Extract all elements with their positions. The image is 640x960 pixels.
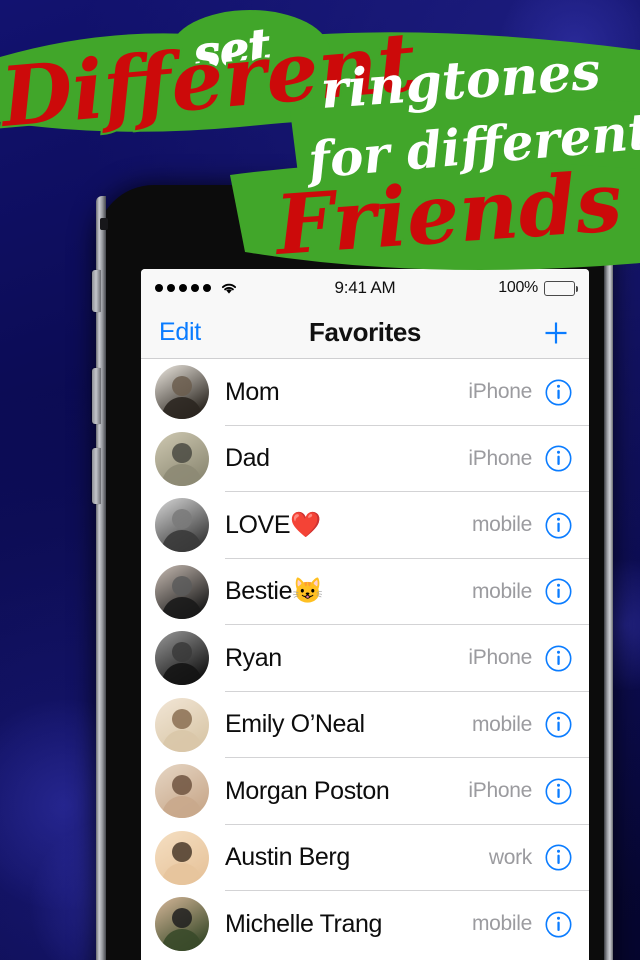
info-circle-icon xyxy=(545,445,572,472)
favorite-phone-label: mobile xyxy=(471,579,532,603)
favorite-row[interactable]: Ryan iPhone xyxy=(141,625,589,692)
phone-power-button xyxy=(604,212,613,244)
avatar-morgan xyxy=(155,764,209,819)
favorite-row[interactable]: Michelle Trang mobile xyxy=(141,891,589,958)
favorite-row[interactable]: Emily O’Neal mobile xyxy=(141,691,589,758)
favorite-name: Emily O’Neal xyxy=(225,710,365,739)
info-circle-icon xyxy=(545,711,572,738)
add-favorite-button[interactable] xyxy=(541,318,571,348)
screenshot-root: 9:41 AM 100% Edit Favorites Mom iPhone Dad… xyxy=(0,0,640,960)
phone-screen: 9:41 AM 100% Edit Favorites Mom iPhone Dad… xyxy=(141,269,589,960)
favorite-name: Mom xyxy=(225,377,280,406)
contact-info-button[interactable] xyxy=(544,910,573,939)
favorite-phone-label: iPhone xyxy=(468,646,532,670)
contact-info-button[interactable] xyxy=(544,644,573,673)
navigation-bar: Edit Favorites xyxy=(141,307,589,359)
favorite-name: Michelle Trang xyxy=(225,909,382,938)
favorite-row[interactable]: Mom iPhone xyxy=(141,359,589,426)
plus-icon xyxy=(545,322,567,343)
avatar-love xyxy=(155,498,209,553)
phone-mute-switch xyxy=(92,270,101,312)
phone-right-rail xyxy=(604,196,613,960)
page-title: Favorites xyxy=(308,317,421,347)
favorite-name: Bestie😺 xyxy=(225,577,323,606)
info-circle-icon xyxy=(545,512,572,539)
info-circle-icon xyxy=(545,379,572,406)
favorite-phone-label: mobile xyxy=(471,912,532,936)
favorite-phone-label: work xyxy=(488,845,532,869)
info-circle-icon xyxy=(545,844,572,871)
favorite-name: Ryan xyxy=(225,643,282,672)
avatar-michelle xyxy=(155,897,209,952)
favorite-name: LOVE❤️ xyxy=(225,510,321,539)
avatar-austin xyxy=(155,830,209,885)
favorite-row[interactable]: Austin Berg work xyxy=(141,824,589,891)
contact-info-button[interactable] xyxy=(544,843,573,872)
avatar-emily xyxy=(155,697,209,752)
favorite-row[interactable]: LOVE❤️ mobile xyxy=(141,492,589,559)
favorite-phone-label: iPhone xyxy=(468,779,532,803)
favorites-list[interactable]: Mom iPhone Dad iPhone LOVE❤️ mobile Bestie😺 mob… xyxy=(141,359,589,958)
edit-button[interactable]: Edit xyxy=(159,318,201,347)
favorite-name: Austin Berg xyxy=(225,843,350,872)
favorite-phone-label: iPhone xyxy=(468,446,532,470)
favorite-row[interactable]: Dad iPhone xyxy=(141,425,589,492)
avatar-bestie xyxy=(155,564,209,619)
status-bar-right: 100% xyxy=(498,279,578,297)
favorite-phone-label: mobile xyxy=(471,513,532,537)
phone-antenna-band xyxy=(100,218,108,230)
info-circle-icon xyxy=(545,578,572,605)
contact-info-button[interactable] xyxy=(544,777,573,806)
favorite-row[interactable]: Morgan Poston iPhone xyxy=(141,758,589,825)
favorite-name: Dad xyxy=(225,444,270,473)
favorite-phone-label: iPhone xyxy=(468,380,532,404)
avatar-ryan xyxy=(155,631,209,686)
favorite-name: Morgan Poston xyxy=(225,776,390,805)
battery-percent-label: 100% xyxy=(498,279,538,296)
contact-info-button[interactable] xyxy=(544,511,573,540)
avatar-dad xyxy=(155,431,209,486)
battery-full-icon xyxy=(544,280,578,296)
favorite-row[interactable]: Bestie😺 mobile xyxy=(141,558,589,625)
info-circle-icon xyxy=(545,911,572,938)
contact-info-button[interactable] xyxy=(544,378,573,407)
info-circle-icon xyxy=(545,778,572,805)
phone-volume-up-button xyxy=(92,368,101,424)
info-circle-icon xyxy=(545,645,572,672)
favorite-phone-label: mobile xyxy=(471,712,532,736)
phone-volume-down-button xyxy=(92,448,101,504)
status-bar: 9:41 AM 100% xyxy=(141,269,589,307)
contact-info-button[interactable] xyxy=(544,444,573,473)
contact-info-button[interactable] xyxy=(544,710,573,739)
avatar-mom xyxy=(155,365,209,420)
contact-info-button[interactable] xyxy=(544,577,573,606)
